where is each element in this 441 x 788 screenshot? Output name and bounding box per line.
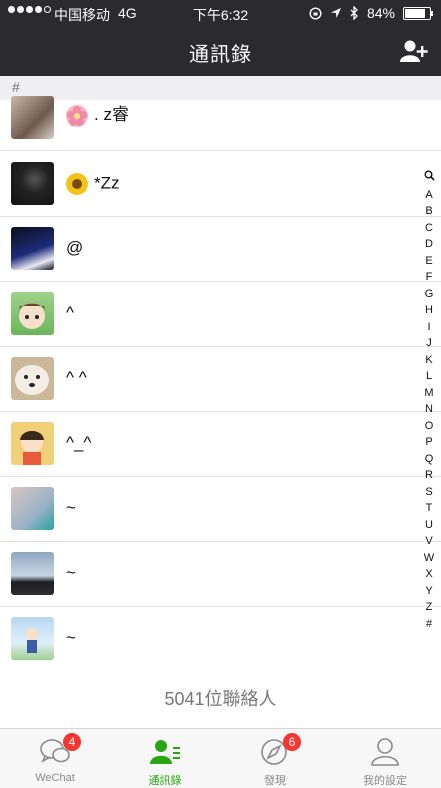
avatar xyxy=(11,292,54,335)
location-icon xyxy=(330,8,341,18)
orientation-lock-icon xyxy=(309,6,322,20)
tab-label: WeChat xyxy=(35,772,75,784)
index-letter[interactable]: B xyxy=(420,203,438,220)
contact-row[interactable]: ^ xyxy=(0,281,441,347)
contact-name: ~ xyxy=(66,498,76,517)
bluetooth-icon xyxy=(350,6,358,20)
tab-discover[interactable]: 6 發現 xyxy=(220,729,330,788)
battery-icon xyxy=(403,6,433,20)
contact-row[interactable]: . z睿 xyxy=(0,90,441,151)
contact-row[interactable]: ~ xyxy=(0,606,441,672)
index-letter[interactable]: Y xyxy=(420,583,438,600)
search-icon[interactable] xyxy=(420,170,438,187)
index-letter[interactable]: T xyxy=(420,500,438,517)
index-letter[interactable]: E xyxy=(420,253,438,270)
contact-name: ^_^ xyxy=(66,433,92,452)
avatar xyxy=(11,162,54,205)
alphabet-index[interactable]: A B C D E F G H I J K L M N O P Q R S T U V W X Y Z # xyxy=(420,170,438,632)
battery-percent: 84% xyxy=(366,5,395,21)
contact-row[interactable]: ^ ^ xyxy=(0,346,441,412)
add-contact-icon[interactable] xyxy=(399,38,429,64)
unread-badge: 6 xyxy=(283,733,301,751)
index-letter[interactable]: C xyxy=(420,220,438,237)
tab-bar: 4 WeChat 通訊錄 6 發現 我的設定 xyxy=(0,728,441,788)
index-letter[interactable]: # xyxy=(420,616,438,633)
tab-label: 通訊錄 xyxy=(148,775,182,787)
avatar xyxy=(11,617,54,660)
contact-row[interactable]: @ xyxy=(0,216,441,282)
contact-name: ~ xyxy=(66,563,76,582)
index-letter[interactable]: J xyxy=(420,335,438,352)
contacts-icon xyxy=(150,740,180,764)
index-letter[interactable]: H xyxy=(420,302,438,319)
index-letter[interactable]: Q xyxy=(420,451,438,468)
page-title: 通訊錄 xyxy=(189,44,252,66)
contact-name: *Zz xyxy=(94,173,120,193)
index-letter[interactable]: N xyxy=(420,401,438,418)
index-letter[interactable]: L xyxy=(420,368,438,385)
index-letter[interactable]: R xyxy=(420,467,438,484)
index-letter[interactable]: X xyxy=(420,566,438,583)
contact-name: ^ xyxy=(66,303,74,322)
sunflower-icon xyxy=(66,173,88,195)
avatar xyxy=(11,357,54,400)
contact-row[interactable]: ^_^ xyxy=(0,411,441,477)
navigation-bar: 通訊錄 xyxy=(0,26,441,76)
avatar xyxy=(11,227,54,270)
index-letter[interactable]: U xyxy=(420,517,438,534)
status-bar: 中国移动 4G 下午6:32 84% xyxy=(0,0,441,26)
contact-name: ^ ^ xyxy=(66,368,87,387)
index-letter[interactable]: A xyxy=(420,187,438,204)
contact-name: @ xyxy=(66,238,84,257)
contact-name: ~ xyxy=(66,628,76,647)
unread-badge: 4 xyxy=(63,733,81,751)
index-letter[interactable]: S xyxy=(420,484,438,501)
contact-name: . z睿 xyxy=(94,105,129,124)
tab-wechat[interactable]: 4 WeChat xyxy=(0,729,110,788)
index-letter[interactable]: W xyxy=(420,550,438,567)
tab-me[interactable]: 我的設定 xyxy=(330,729,440,788)
avatar xyxy=(11,487,54,530)
tab-contacts[interactable]: 通訊錄 xyxy=(110,729,220,788)
avatar xyxy=(11,552,54,595)
contact-row[interactable]: ~ xyxy=(0,476,441,542)
index-letter[interactable]: I xyxy=(420,319,438,336)
avatar xyxy=(11,422,54,465)
flower-icon xyxy=(66,104,88,127)
contact-row[interactable]: ~ xyxy=(0,541,441,607)
index-letter[interactable]: P xyxy=(420,434,438,451)
index-letter[interactable]: F xyxy=(420,269,438,286)
contact-row[interactable]: *Zz xyxy=(0,151,441,217)
index-letter[interactable]: G xyxy=(420,286,438,303)
index-letter[interactable]: K xyxy=(420,352,438,369)
index-letter[interactable]: Z xyxy=(420,599,438,616)
contact-count: 5041位聯絡人 xyxy=(0,670,441,728)
index-letter[interactable]: M xyxy=(420,385,438,402)
index-letter[interactable]: D xyxy=(420,236,438,253)
tab-label: 我的設定 xyxy=(363,775,407,787)
avatar xyxy=(11,96,54,139)
tab-label: 發現 xyxy=(264,775,286,787)
profile-icon xyxy=(371,738,399,766)
index-letter[interactable]: O xyxy=(420,418,438,435)
index-letter[interactable]: V xyxy=(420,533,438,550)
